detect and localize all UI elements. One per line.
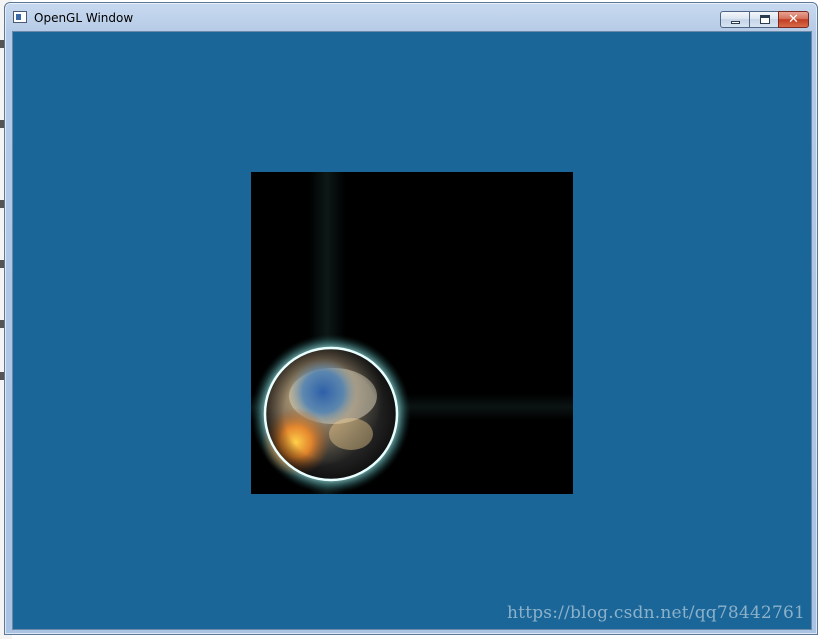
render-viewport — [251, 172, 573, 494]
minimize-button[interactable] — [720, 11, 750, 28]
app-window-icon[interactable] — [13, 11, 27, 23]
title-bar[interactable]: OpenGL Window ✕ — [5, 3, 817, 31]
opengl-canvas[interactable]: https://blog.csdn.net/qq78442761 — [12, 31, 812, 630]
window-title: OpenGL Window — [34, 11, 134, 25]
maximize-button[interactable] — [749, 11, 779, 28]
maximize-icon — [760, 15, 770, 24]
watermark-text: https://blog.csdn.net/qq78442761 — [507, 603, 805, 623]
glowing-planet — [251, 334, 411, 494]
minimize-icon — [731, 21, 740, 24]
close-icon: ✕ — [788, 12, 799, 27]
close-button[interactable]: ✕ — [778, 11, 809, 28]
opengl-window: OpenGL Window ✕ https://blog.csdn.net/qq… — [4, 2, 818, 635]
caption-buttons: ✕ — [720, 11, 809, 29]
